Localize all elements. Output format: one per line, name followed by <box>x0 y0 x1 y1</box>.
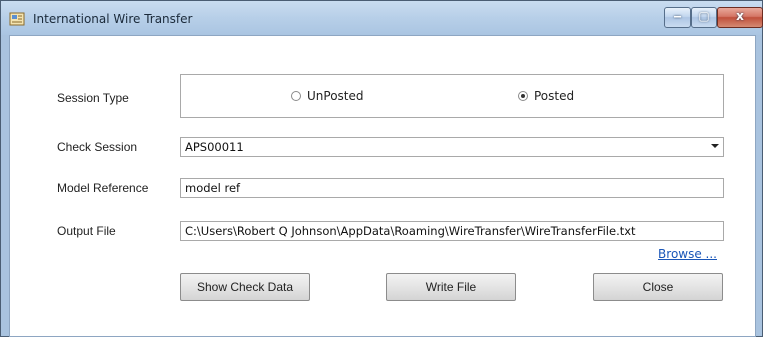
wire-transfer-window: International Wire Transfer ‒ ▢ x Sessio… <box>0 0 763 337</box>
minimize-icon: ‒ <box>673 9 682 23</box>
radio-posted-label: Posted <box>534 89 575 103</box>
model-reference-label: Model Reference <box>57 181 149 195</box>
show-check-data-button[interactable]: Show Check Data <box>180 273 310 301</box>
form-panel: Session Type UnPosted Posted Check Sessi… <box>9 35 756 337</box>
output-file-input[interactable] <box>185 224 719 238</box>
radio-unposted-label: UnPosted <box>307 89 364 103</box>
model-reference-field[interactable] <box>180 178 724 198</box>
radio-unposted[interactable]: UnPosted <box>291 89 364 103</box>
output-file-field[interactable] <box>180 221 724 241</box>
session-type-label: Session Type <box>57 91 129 105</box>
model-reference-input[interactable] <box>185 181 719 195</box>
maximize-button[interactable]: ▢ <box>691 7 717 28</box>
check-session-value: APS00011 <box>185 140 244 154</box>
close-icon: x <box>736 9 744 23</box>
chevron-down-icon[interactable] <box>711 144 719 148</box>
radio-unposted-indicator[interactable] <box>291 91 301 101</box>
output-file-label: Output File <box>57 224 116 238</box>
browse-link[interactable]: Browse ... <box>658 247 717 261</box>
maximize-icon: ▢ <box>698 9 710 23</box>
minimize-button[interactable]: ‒ <box>664 7 691 28</box>
check-session-dropdown[interactable]: APS00011 <box>180 137 724 157</box>
radio-posted[interactable]: Posted <box>518 89 574 103</box>
close-button[interactable]: Close <box>593 273 723 301</box>
check-session-label: Check Session <box>57 140 138 154</box>
close-window-button[interactable]: x <box>717 7 763 28</box>
app-icon <box>9 12 25 26</box>
title-bar[interactable]: International Wire Transfer ‒ ▢ x <box>1 1 763 35</box>
radio-posted-indicator[interactable] <box>518 91 528 101</box>
session-type-group: UnPosted Posted <box>180 74 724 118</box>
window-title: International Wire Transfer <box>33 12 193 26</box>
write-file-button[interactable]: Write File <box>386 273 516 301</box>
